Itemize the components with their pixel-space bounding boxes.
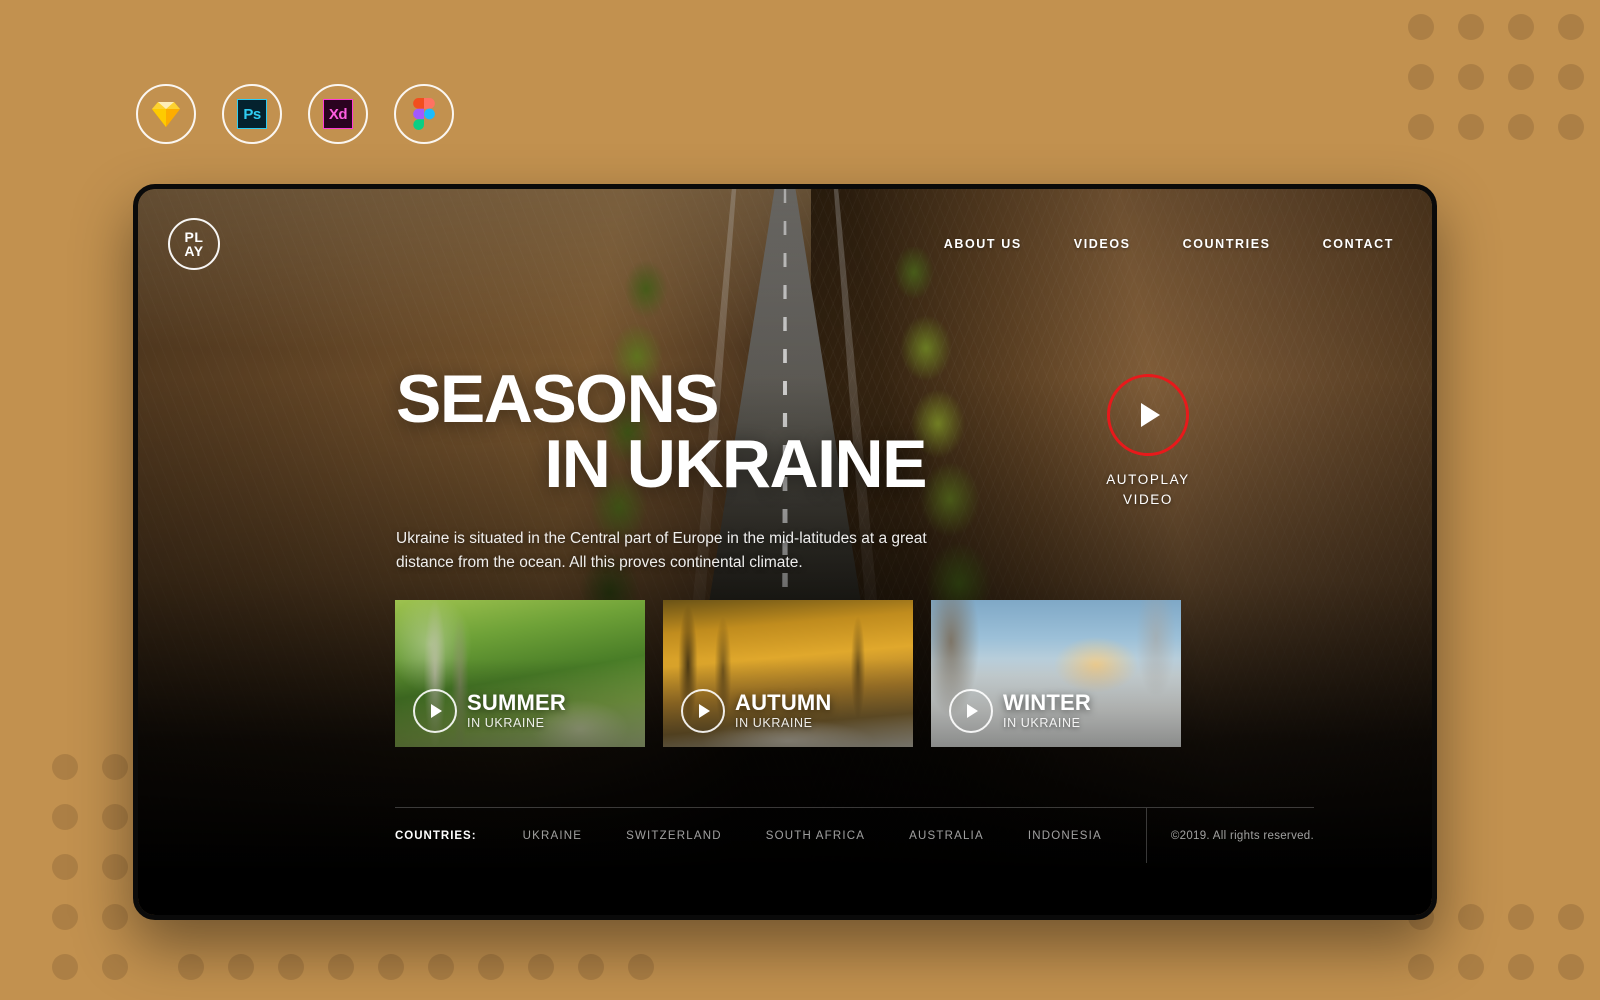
card-title: SUMMER xyxy=(467,690,566,716)
dot xyxy=(52,954,78,980)
dot xyxy=(52,804,78,830)
dot xyxy=(378,954,404,980)
dot xyxy=(102,904,128,930)
footer-row: COUNTRIES: UKRAINE SWITZERLAND SOUTH AFR… xyxy=(395,808,1314,863)
dot xyxy=(102,754,128,780)
dot xyxy=(1558,64,1584,90)
card-subtitle: IN UKRAINE xyxy=(467,716,545,731)
autoplay-video-button[interactable]: AUTOPLAY VIDEO xyxy=(1073,374,1223,509)
autoplay-label: AUTOPLAY VIDEO xyxy=(1073,470,1223,509)
card-text: AUTUMN IN UKRAINE xyxy=(735,691,832,730)
dot xyxy=(178,954,204,980)
dot xyxy=(428,954,454,980)
card-overlay: AUTUMN IN UKRAINE xyxy=(681,689,832,733)
dot xyxy=(328,954,354,980)
dot xyxy=(528,954,554,980)
presentation-stage: Ps Xd PL AY ABOUT US VIDEOS COUNTRIES CO… xyxy=(0,0,1600,1000)
card-overlay: SUMMER IN UKRAINE xyxy=(413,689,566,733)
dot xyxy=(1508,114,1534,140)
hero-section: SEASONS IN UKRAINE Ukraine is situated i… xyxy=(138,189,1432,915)
copyright-text: ©2019. All rights reserved. xyxy=(1170,829,1314,842)
adobe-xd-badge[interactable]: Xd xyxy=(308,84,368,144)
season-card-winter[interactable]: WINTER IN UKRAINE xyxy=(931,600,1181,747)
website-screen: PL AY ABOUT US VIDEOS COUNTRIES CONTACT … xyxy=(138,189,1432,915)
dot-pattern-bottom xyxy=(178,954,654,980)
season-card-list: SUMMER IN UKRAINE AUTUMN IN UKRAINE WINT… xyxy=(395,600,1181,747)
country-link-australia[interactable]: AUSTRALIA xyxy=(909,830,984,842)
card-overlay: WINTER IN UKRAINE xyxy=(949,689,1091,733)
headline-line-2: IN UKRAINE xyxy=(544,425,927,502)
card-title: AUTUMN xyxy=(735,690,832,716)
country-link-south-africa[interactable]: SOUTH AFRICA xyxy=(766,830,865,842)
dot xyxy=(1458,64,1484,90)
headline-line-1: SEASONS xyxy=(396,361,720,437)
adobe-xd-icon: Xd xyxy=(323,99,353,129)
dot xyxy=(1458,954,1484,980)
card-text: SUMMER IN UKRAINE xyxy=(467,691,566,730)
season-card-autumn[interactable]: AUTUMN IN UKRAINE xyxy=(663,600,913,747)
figma-badge[interactable] xyxy=(394,84,454,144)
dot xyxy=(1558,114,1584,140)
dot xyxy=(478,954,504,980)
play-icon xyxy=(1141,403,1160,427)
hero-description: Ukraine is situated in the Central part … xyxy=(396,530,927,572)
dot xyxy=(1508,64,1534,90)
dot xyxy=(228,954,254,980)
countries-label: COUNTRIES: xyxy=(395,829,477,842)
card-play-button[interactable] xyxy=(949,689,993,733)
card-subtitle: IN UKRAINE xyxy=(735,716,813,731)
dot xyxy=(102,804,128,830)
dot xyxy=(102,854,128,880)
dot xyxy=(1558,904,1584,930)
dot xyxy=(1408,14,1434,40)
site-footer: COUNTRIES: UKRAINE SWITZERLAND SOUTH AFR… xyxy=(395,807,1314,863)
sketch-icon xyxy=(150,98,182,130)
play-icon xyxy=(431,704,442,718)
dot-pattern-bottom-right xyxy=(1408,904,1584,980)
dot-pattern-bottom-left xyxy=(52,754,128,980)
dot xyxy=(1408,64,1434,90)
dot xyxy=(1458,14,1484,40)
dot xyxy=(102,954,128,980)
play-icon xyxy=(699,704,710,718)
photoshop-badge[interactable]: Ps xyxy=(222,84,282,144)
footer-separator xyxy=(1145,808,1147,863)
dot xyxy=(1508,904,1534,930)
dot xyxy=(628,954,654,980)
dot xyxy=(1408,114,1434,140)
card-title: WINTER xyxy=(1003,690,1091,716)
play-icon xyxy=(967,704,978,718)
design-tool-badges: Ps Xd xyxy=(136,84,454,144)
autoplay-ring xyxy=(1107,374,1189,456)
sketch-badge[interactable] xyxy=(136,84,196,144)
dot xyxy=(1508,954,1534,980)
dot xyxy=(52,904,78,930)
dot xyxy=(1458,904,1484,930)
card-subtitle: IN UKRAINE xyxy=(1003,716,1081,731)
dot-pattern-top-right xyxy=(1408,14,1584,140)
dot xyxy=(1508,14,1534,40)
figma-icon xyxy=(408,98,440,130)
photoshop-icon: Ps xyxy=(237,99,267,129)
dot xyxy=(278,954,304,980)
dot xyxy=(578,954,604,980)
autoplay-label-line-2: VIDEO xyxy=(1122,491,1173,507)
dot xyxy=(1458,114,1484,140)
autoplay-label-line-1: AUTOPLAY xyxy=(1106,472,1190,487)
country-link-list: UKRAINE SWITZERLAND SOUTH AFRICA AUSTRAL… xyxy=(523,830,1146,842)
country-link-ukraine[interactable]: UKRAINE xyxy=(523,830,583,842)
country-link-indonesia[interactable]: INDONESIA xyxy=(1028,830,1102,842)
dot xyxy=(1558,954,1584,980)
dot xyxy=(1558,14,1584,40)
dot xyxy=(52,754,78,780)
dot xyxy=(1408,954,1434,980)
device-frame: PL AY ABOUT US VIDEOS COUNTRIES CONTACT … xyxy=(133,184,1437,920)
country-link-switzerland[interactable]: SWITZERLAND xyxy=(626,830,722,842)
card-play-button[interactable] xyxy=(681,689,725,733)
card-text: WINTER IN UKRAINE xyxy=(1003,691,1091,730)
season-card-summer[interactable]: SUMMER IN UKRAINE xyxy=(395,600,645,747)
card-play-button[interactable] xyxy=(413,689,457,733)
dot xyxy=(52,854,78,880)
page-title: SEASONS IN UKRAINE xyxy=(396,361,928,502)
